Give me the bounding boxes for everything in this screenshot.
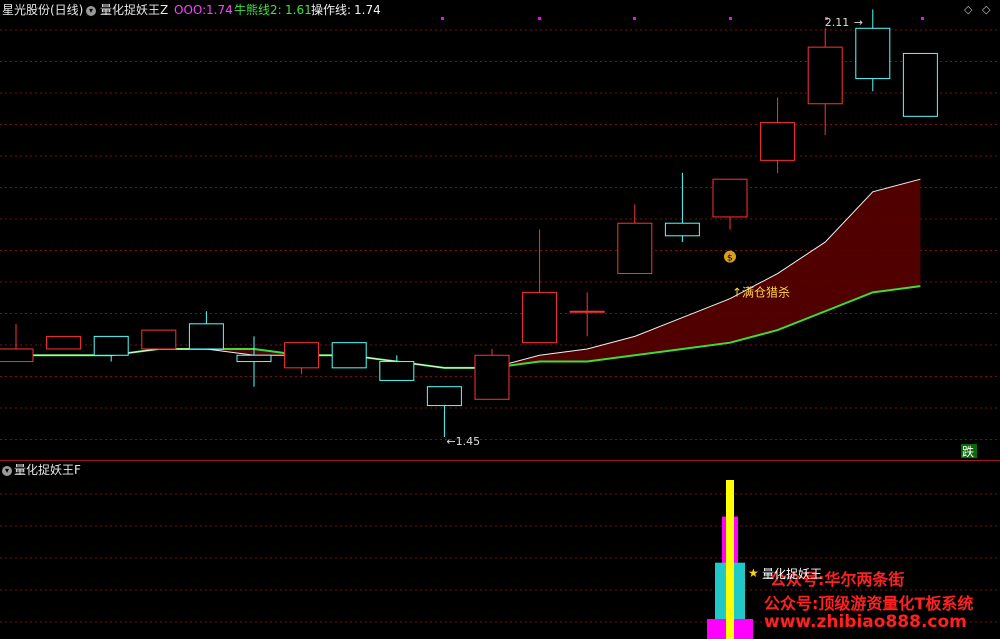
star-icon: ★ <box>748 566 759 580</box>
sub-legend-label: 量化捉妖王 <box>762 567 823 581</box>
signal-bar <box>707 480 753 639</box>
sub-chart[interactable] <box>0 0 1000 639</box>
watermark-2: 公众号:顶级游资量化T板系统 <box>764 594 974 613</box>
signal-bar-yellow <box>726 480 734 639</box>
watermark-3: www.zhibiao888.com <box>764 612 967 632</box>
